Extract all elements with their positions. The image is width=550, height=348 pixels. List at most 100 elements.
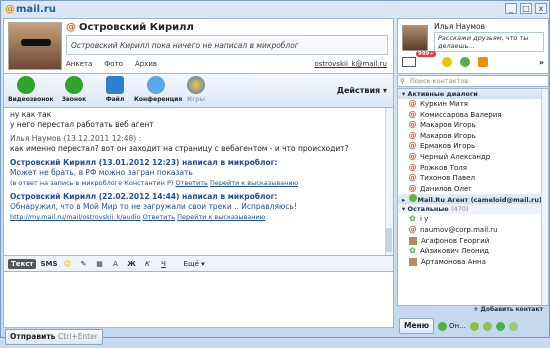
- attach-icon[interactable]: ✎: [78, 260, 90, 268]
- contact-row[interactable]: @ Куркин Митя: [398, 99, 548, 110]
- text-tab[interactable]: Текст: [8, 258, 37, 269]
- minimize-button[interactable]: _: [505, 3, 517, 14]
- send-button[interactable]: Отправить Ctrl+Enter: [5, 329, 103, 345]
- logo-at-icon: @: [5, 3, 15, 15]
- my-avatar[interactable]: [402, 25, 428, 51]
- profile-link[interactable]: Анкета: [66, 60, 92, 68]
- contact-row[interactable]: @ Данилов Олег: [398, 184, 548, 195]
- call-button[interactable]: Звонок: [56, 76, 92, 103]
- reply-link[interactable]: Ответить: [176, 179, 208, 187]
- chat-scrollbar[interactable]: [385, 108, 393, 255]
- goto-post-link[interactable]: Перейти к высказыванию: [177, 213, 265, 221]
- scroll-thumb[interactable]: [386, 228, 392, 252]
- title-bar: @ mail.ru _ □ x: [1, 1, 550, 17]
- odnoklassniki-icon[interactable]: [478, 57, 488, 67]
- message-history: ну как так у него перестал работать веб …: [3, 108, 394, 256]
- contact-header: @ Островский Кирилл Островский Кирилл пок…: [3, 18, 394, 74]
- photo-link[interactable]: Фото: [104, 60, 123, 68]
- bold-button[interactable]: Ж: [126, 260, 138, 268]
- reply-link[interactable]: Ответить: [143, 213, 175, 221]
- goto-post-link[interactable]: Перейти к высказыванию: [210, 179, 298, 187]
- message-sender: Илья Наумов (13.12.2011 12:48) :: [10, 134, 142, 143]
- menu-button[interactable]: Меню: [399, 318, 435, 334]
- my-profile: Илья Наумов Расскажи друзьям, что ты дел…: [397, 18, 549, 74]
- video-call-button[interactable]: Видеозвонок: [8, 76, 54, 103]
- group-mail-agent[interactable]: ▸ Mail.Ru Агент (cameloid@mail.ru): [398, 194, 548, 205]
- video-call-label: Видеозвонок: [8, 96, 54, 103]
- contact-email[interactable]: ostrovskii_k@mail.ru: [314, 60, 387, 68]
- contact-list-scrollbar[interactable]: [541, 89, 548, 305]
- maximize-button[interactable]: □: [520, 3, 532, 14]
- icq-status-icon[interactable]: [469, 321, 479, 331]
- world-icon[interactable]: [442, 57, 452, 67]
- contact-row[interactable]: ✿ Айзикович Леонид: [398, 246, 548, 257]
- contact-links: Анкета Фото Архив: [66, 60, 157, 68]
- app-window: @ mail.ru _ □ x @ Островский Кирилл Остро…: [0, 0, 550, 345]
- games-icon: [187, 76, 205, 94]
- send-label: Отправить: [10, 332, 56, 341]
- contact-avatar[interactable]: [8, 22, 62, 70]
- message-input[interactable]: [3, 272, 394, 328]
- italic-button[interactable]: К: [142, 260, 154, 268]
- format-bar: Текст SMS ☺ ✎ ▦ A Ж К Ч Ещё ▾: [3, 256, 394, 272]
- contact-row[interactable]: @ Черный Александр: [398, 152, 548, 163]
- status-selector[interactable]: Он...: [438, 321, 466, 331]
- contact-name: naumov@corp.mail.ru: [420, 225, 498, 234]
- contact-row[interactable]: Артамонова Анна: [398, 257, 548, 268]
- group-label: Mail.Ru Агент (cameloid@mail.ru): [417, 196, 542, 205]
- flower-icon[interactable]: [460, 57, 470, 67]
- online-status-icon: [438, 321, 448, 331]
- ok-status-icon[interactable]: [495, 321, 505, 331]
- mail-agent-icon: @: [408, 109, 417, 119]
- agent-status-icon: [408, 194, 417, 203]
- audio-link[interactable]: http://my.mail.ru/mail/ostrovskii_k/audi…: [10, 213, 141, 221]
- video-camera-icon: [17, 76, 35, 94]
- microblog-meta: http://my.mail.ru/mail/ostrovskii_k/audi…: [10, 212, 387, 222]
- sms-tab[interactable]: SMS: [40, 260, 57, 268]
- smiley-icon[interactable]: ☺: [62, 260, 74, 268]
- contact-row[interactable]: @ Рожков Толя: [398, 163, 548, 174]
- contact-name: @ Островский Кирилл: [66, 22, 194, 33]
- vk-status-icon[interactable]: [508, 321, 518, 331]
- message-sender: Островский Кирилл (13.01.2012 12:23) нап…: [10, 158, 278, 167]
- add-contact-button[interactable]: + Добавить контакт: [397, 306, 549, 316]
- contact-row[interactable]: Агафонов Георгий: [398, 236, 548, 247]
- group-active-dialogs[interactable]: ▾ Активные диалоги: [398, 89, 548, 99]
- file-label: Файл: [105, 96, 125, 103]
- message-text: Обнаружил, что в Мой Мир то не загружали…: [10, 202, 297, 211]
- group-others[interactable]: ▾ Остальные (470): [398, 204, 548, 215]
- contact-row[interactable]: @ Тихонов Павел: [398, 173, 548, 184]
- contact-row[interactable]: @ Ермаков Игорь: [398, 141, 548, 152]
- contact-row[interactable]: @ naumov@corp.mail.ru: [398, 225, 548, 236]
- more-format-button[interactable]: Ещё ▾: [184, 260, 205, 268]
- more-services-button[interactable]: »: [539, 58, 544, 67]
- close-button[interactable]: x: [535, 3, 547, 14]
- jabber-status-icon[interactable]: [482, 321, 492, 331]
- font-size-icon[interactable]: A: [110, 260, 122, 268]
- call-label: Звонок: [61, 96, 87, 103]
- window-controls: _ □ x: [505, 3, 547, 14]
- service-icons: 999+: [402, 51, 488, 67]
- mail-button[interactable]: 999+: [402, 51, 437, 67]
- search-contacts-input[interactable]: ⚲ Поиск контактов: [397, 75, 549, 87]
- mail-agent-icon: @: [408, 162, 417, 172]
- contact-name: Комиссарова Валерия: [420, 110, 502, 119]
- online-flower-icon: ✿: [409, 246, 416, 256]
- actions-menu[interactable]: Действия ▾: [337, 86, 387, 95]
- games-button[interactable]: Игры: [184, 76, 208, 103]
- font-color-icon[interactable]: ▦: [94, 260, 106, 268]
- contact-row[interactable]: ✿ i y: [398, 214, 548, 225]
- contact-row[interactable]: @ Макаров Игорь: [398, 131, 548, 142]
- my-status-input[interactable]: Расскажи друзьям, что ты делаешь...: [434, 32, 544, 52]
- mail-agent-icon: @: [408, 99, 417, 108]
- underline-button[interactable]: Ч: [158, 260, 170, 268]
- message-text: Может не брать, в РФ можно загран показа…: [10, 168, 193, 177]
- conference-button[interactable]: Конференция: [134, 76, 182, 103]
- actions-label: Действия: [336, 86, 381, 95]
- contact-status-message: Островский Кирилл пока ничего не написал…: [66, 35, 388, 55]
- file-button[interactable]: Файл: [102, 76, 128, 103]
- contact-row[interactable]: @ Макаров Игорь: [398, 120, 548, 131]
- mail-agent-icon: @: [408, 130, 417, 140]
- contact-row[interactable]: @ Комиссарова Валерия: [398, 110, 548, 121]
- archive-link[interactable]: Архив: [135, 60, 157, 68]
